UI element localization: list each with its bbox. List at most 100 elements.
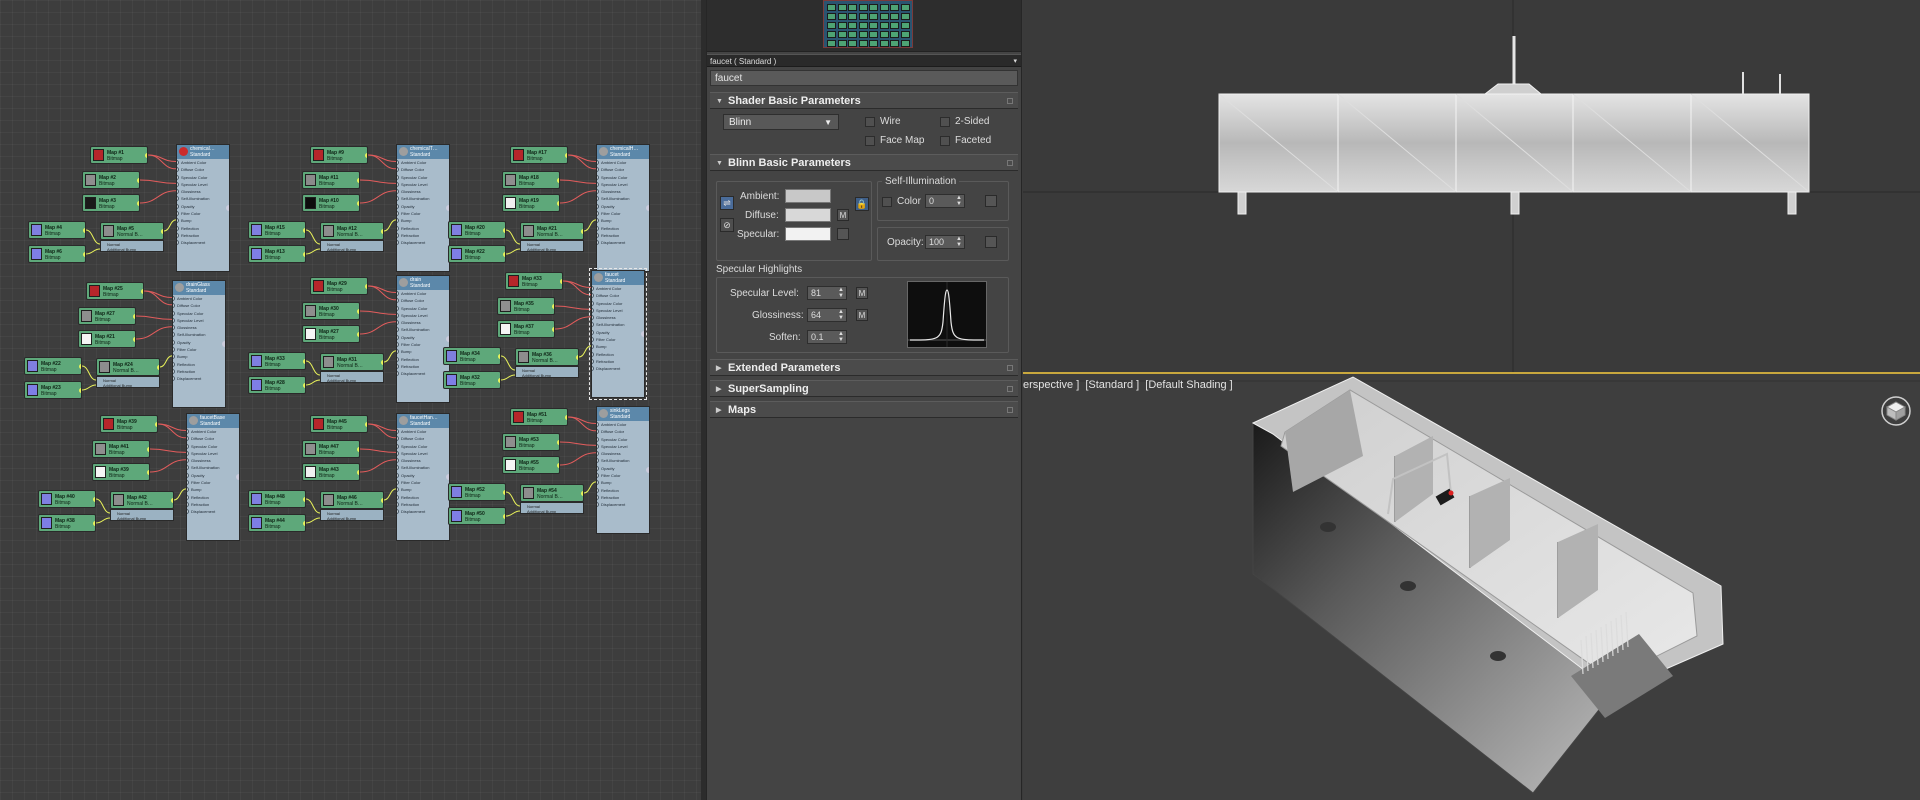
bitmap-node[interactable]: Map #55 Bitmap (502, 456, 560, 474)
slot-socket[interactable] (397, 480, 399, 486)
map-output-socket[interactable] (147, 447, 149, 452)
material-slot[interactable]: Glossiness (397, 457, 449, 464)
map-output-socket[interactable] (141, 289, 143, 294)
material-node[interactable]: sinkLegs Standard Ambient Color Diffuse Col… (596, 406, 650, 534)
slot-socket[interactable] (597, 465, 599, 471)
slot-socket[interactable] (597, 203, 599, 209)
slot-socket[interactable] (173, 332, 175, 338)
normal-bump-node[interactable]: Map #5 Normal B… (100, 222, 164, 240)
material-slot[interactable]: Bump (597, 217, 649, 224)
material-slot[interactable]: Ambient Color (187, 428, 239, 435)
map-output-socket[interactable] (560, 279, 562, 284)
material-node-header[interactable]: faucet Standard (592, 271, 644, 285)
map-output-socket[interactable] (93, 521, 95, 526)
slot-socket[interactable] (397, 320, 399, 326)
slot-socket[interactable] (187, 480, 189, 486)
bitmap-node[interactable]: Map #48 Bitmap (248, 490, 306, 508)
material-slot[interactable]: Diffuse Color (397, 166, 449, 173)
slot-socket[interactable] (173, 339, 175, 345)
slot-socket[interactable] (592, 351, 594, 357)
material-node-header[interactable]: sinkLegs Standard (597, 407, 649, 421)
slot-socket[interactable] (597, 160, 599, 165)
slot-socket[interactable] (397, 203, 399, 209)
slot-socket[interactable] (397, 436, 399, 442)
bitmap-node[interactable]: Map #22 Bitmap (24, 357, 82, 375)
map-output-socket[interactable] (93, 497, 95, 502)
material-output-socket[interactable] (222, 341, 225, 347)
map-output-socket[interactable] (357, 309, 359, 314)
material-slot[interactable]: Displacement (397, 370, 449, 377)
material-slot[interactable]: Specular Level (397, 312, 449, 319)
self-illum-color-checkbox[interactable]: Color (882, 195, 921, 209)
slot-socket[interactable] (187, 501, 189, 507)
material-slot[interactable]: Diffuse Color (597, 166, 649, 173)
slot-socket[interactable] (597, 167, 599, 173)
material-slot[interactable]: Specular Color (187, 443, 239, 450)
normal-bump-node[interactable]: Map #12 Normal B… (320, 222, 384, 240)
material-slot[interactable]: Specular Level (397, 181, 449, 188)
material-output-socket[interactable] (646, 467, 649, 473)
bitmap-node[interactable]: Map #1 Bitmap (90, 146, 148, 164)
bitmap-node[interactable]: Map #13 Bitmap (248, 245, 306, 263)
material-slot[interactable]: Specular Level (187, 450, 239, 457)
slot-socket[interactable] (177, 167, 179, 173)
bitmap-node[interactable]: Map #41 Bitmap (92, 440, 150, 458)
spinner-arrows-icon[interactable]: ▲ ▼ (838, 331, 844, 343)
bitmap-node[interactable]: Map #32 Bitmap (443, 371, 501, 389)
rollout-shader-basic[interactable]: ▼ Shader Basic Parameters (710, 92, 1018, 109)
material-slot[interactable]: Self-Illumination (597, 457, 649, 464)
bitmap-node[interactable]: Map #33 Bitmap (505, 272, 563, 290)
material-slot[interactable]: Glossiness (597, 188, 649, 195)
slot-socket[interactable] (592, 293, 594, 299)
spinner-arrows-icon[interactable]: ▲ ▼ (838, 287, 844, 299)
material-node[interactable]: chemical… Standard Ambient Color Diffuse Co… (176, 144, 230, 272)
map-output-socket[interactable] (79, 364, 81, 369)
material-slot[interactable]: Self-Illumination (173, 331, 225, 338)
slot-socket[interactable] (397, 160, 399, 165)
map-output-socket[interactable] (161, 229, 163, 234)
material-name-field[interactable]: faucet (710, 70, 1018, 86)
slot-socket[interactable] (187, 443, 189, 449)
material-slot[interactable]: Bump (597, 479, 649, 486)
material-slot[interactable]: Self-Illumination (397, 326, 449, 333)
bitmap-node[interactable]: Map #18 Bitmap (502, 171, 560, 189)
map-output-socket[interactable] (303, 521, 305, 526)
material-slot[interactable]: Glossiness (397, 188, 449, 195)
map-output-socket[interactable] (503, 252, 505, 257)
viewport-label-menu[interactable]: erspective ] [Standard ] [Default Shadin… (1023, 379, 1233, 391)
glossiness-map-button[interactable]: M (856, 309, 868, 321)
bitmap-node[interactable]: Map #29 Bitmap (310, 277, 368, 295)
slot-socket[interactable] (597, 422, 599, 427)
normal-bump-node[interactable]: Map #21 Normal B… (520, 222, 584, 240)
material-slot[interactable]: Reflection (397, 494, 449, 501)
slot-socket[interactable] (597, 218, 599, 224)
slot-socket[interactable] (397, 371, 399, 377)
slot-socket[interactable] (397, 494, 399, 500)
slot-socket[interactable] (397, 342, 399, 348)
material-slot[interactable]: Self-Illumination (177, 195, 229, 202)
bitmap-node[interactable]: Map #23 Bitmap (24, 381, 82, 399)
material-slot[interactable]: Specular Level (597, 181, 649, 188)
map-output-socket[interactable] (157, 365, 159, 370)
slot-socket[interactable] (397, 334, 399, 340)
slot-socket[interactable] (597, 189, 599, 195)
material-slot[interactable]: Diffuse Color (397, 435, 449, 442)
material-slot[interactable]: Ambient Color (592, 285, 644, 292)
bitmap-node[interactable]: Map #52 Bitmap (448, 483, 506, 501)
slot-socket[interactable] (397, 327, 399, 333)
material-slot[interactable]: Specular Level (177, 181, 229, 188)
slot-socket[interactable] (592, 307, 594, 313)
material-slot[interactable]: Opacity (177, 203, 229, 210)
slot-socket[interactable] (592, 286, 594, 291)
slot-socket[interactable] (397, 240, 399, 246)
material-slot[interactable]: Reflection (187, 494, 239, 501)
map-output-socket[interactable] (365, 284, 367, 289)
slot-socket[interactable] (597, 443, 599, 449)
material-slot[interactable]: Displacement (187, 508, 239, 515)
bitmap-node[interactable]: Map #22 Bitmap (448, 245, 506, 263)
slot-socket[interactable] (397, 472, 399, 478)
material-slot[interactable]: Opacity (397, 334, 449, 341)
normal-bump-node[interactable]: Map #42 Normal B… (110, 491, 174, 509)
bitmap-node[interactable]: Map #25 Bitmap (86, 282, 144, 300)
slot-socket[interactable] (597, 232, 599, 238)
